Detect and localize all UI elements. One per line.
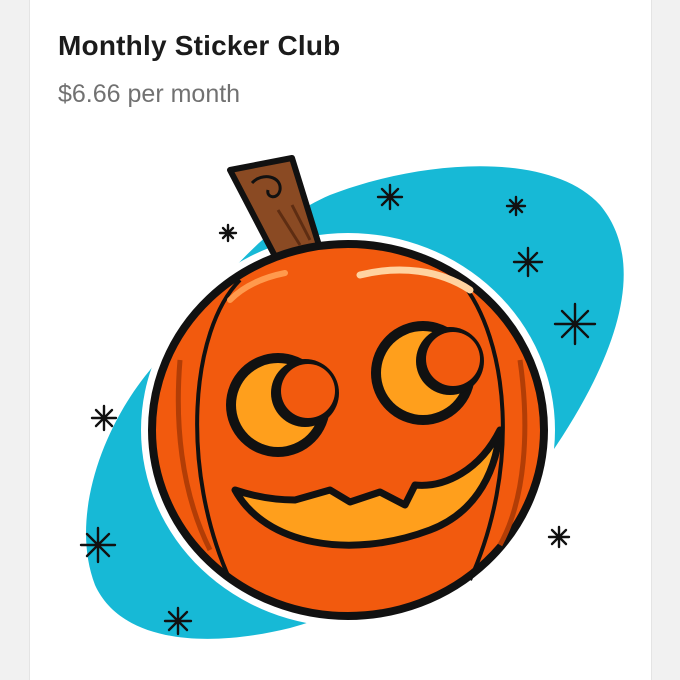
product-image[interactable] <box>30 0 651 680</box>
product-card[interactable]: Monthly Sticker Club $6.66 per month <box>29 0 652 680</box>
